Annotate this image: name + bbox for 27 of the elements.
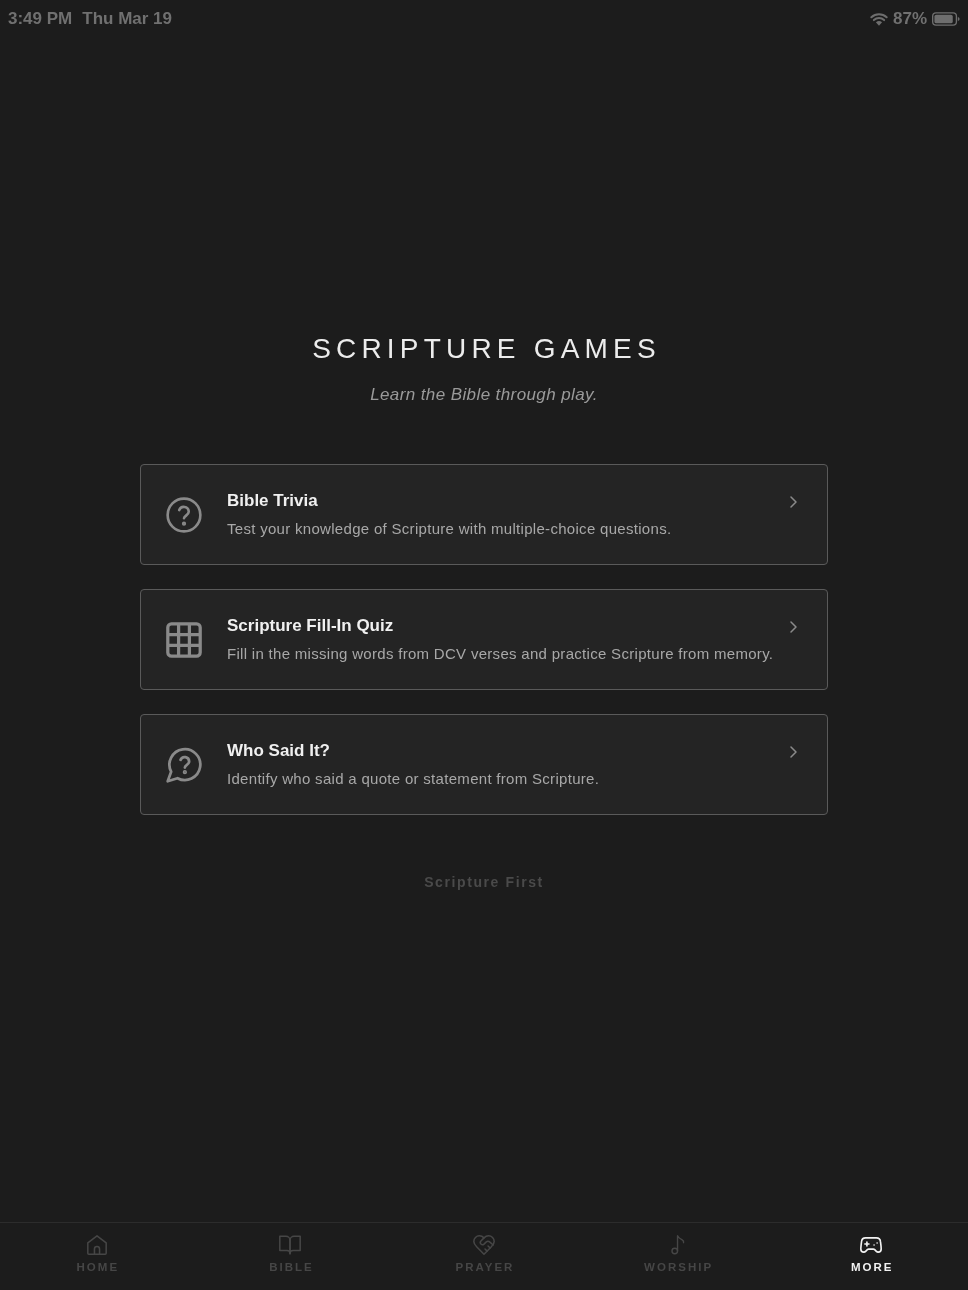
wifi-icon [869,12,888,26]
game-title: Bible Trivia [227,490,319,511]
grid-icon [166,621,202,658]
gamepad-icon [860,1235,883,1255]
game-card[interactable]: Bible Trivia Test your knowledge of Scripture with multiple-choice questions. [140,464,828,565]
battery-percent: 87% [892,9,927,29]
game-title: Who Said It? [227,740,331,761]
game-title: Scripture Fill-In Quiz [227,615,395,636]
question-circle-icon [166,496,202,533]
speech-bubble-question-icon [166,746,202,783]
game-card[interactable]: Who Said It? Identify who said a quote or statement from Scripture. [140,714,828,815]
tab-item[interactable]: MORE [846,1233,896,1276]
page-subtitle: Learn the Bible through play. [370,384,598,406]
heart-handshake-icon [473,1235,495,1255]
chevron-right-icon [790,621,797,633]
game-card[interactable]: Scripture Fill-In Quiz Fill in the missing words from DCV verses and practice Scripture from memory. [140,589,828,690]
status-date: Thu Mar 19 [82,9,172,29]
open-book-icon [279,1235,302,1255]
chevron-right-icon [790,746,797,758]
home-icon [85,1235,108,1255]
status-time: 3:49 PM [8,9,73,29]
game-description: Identify who said a quote or statement from Scripture. [227,768,601,789]
battery-icon [932,12,960,26]
chevron-right-icon [790,496,797,508]
game-description: Test your knowledge of Scripture with multiple-choice questions. [227,518,673,539]
game-description: Fill in the missing words from DCV verses and practice Scripture from memory. [227,643,775,664]
page-title: SCRIPTURE GAMES [311,332,661,366]
